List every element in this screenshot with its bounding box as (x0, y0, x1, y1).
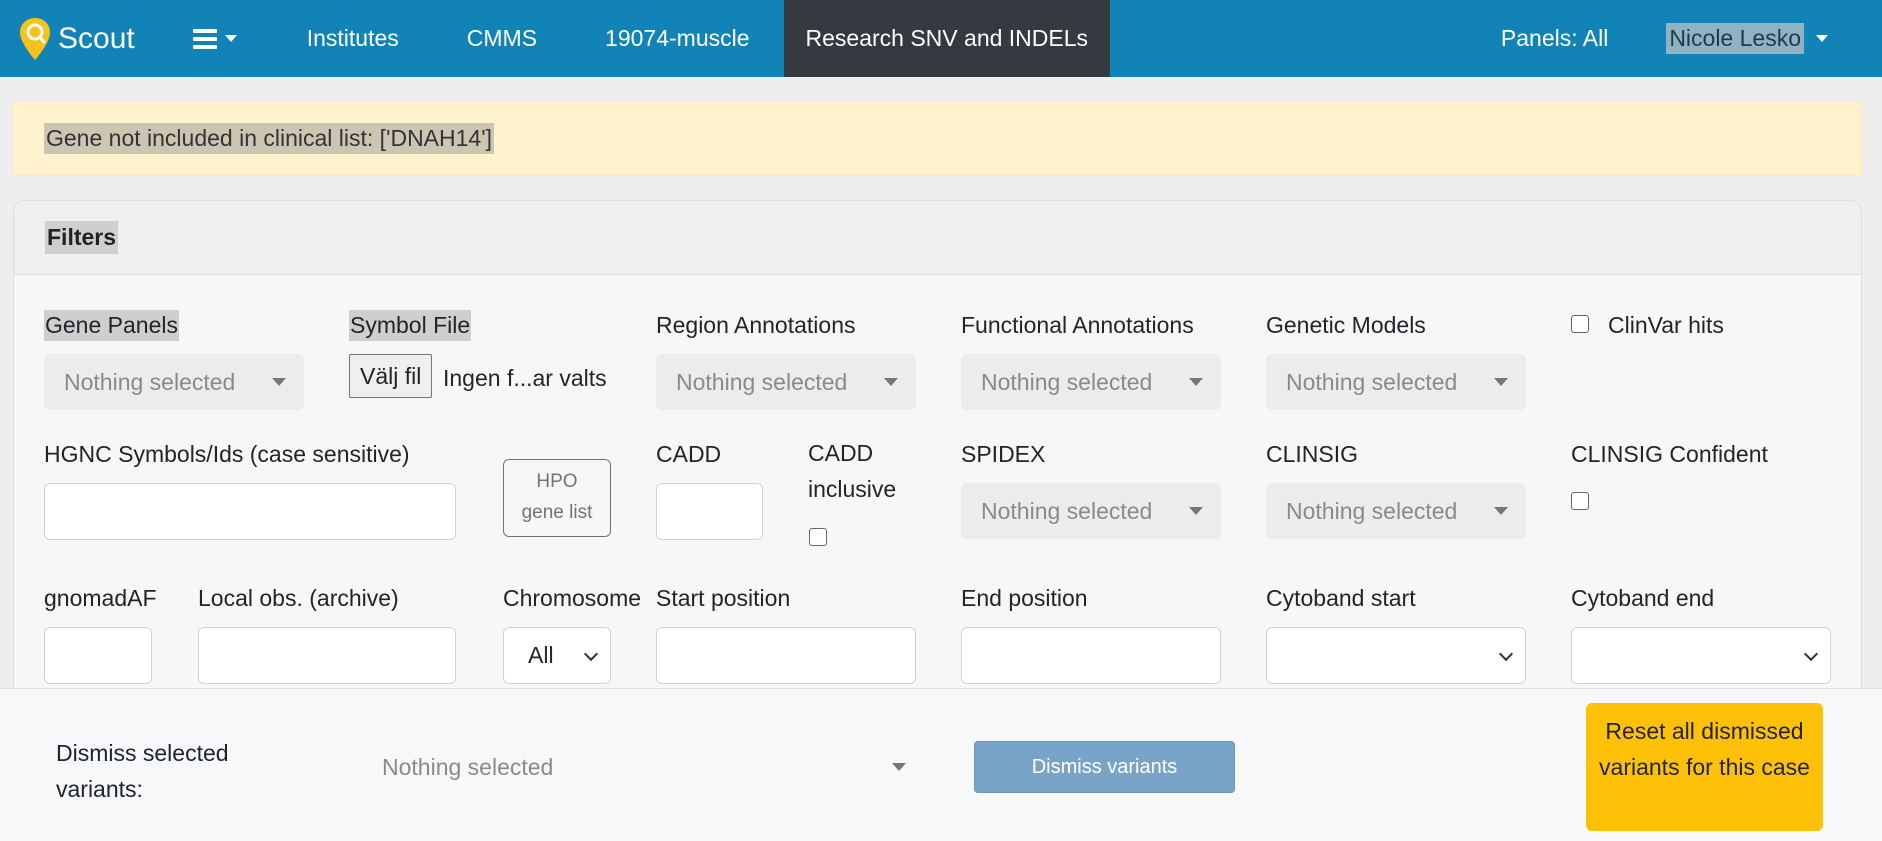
clinvar-hits-checkbox[interactable] (1571, 315, 1589, 333)
brand-name: Scout (58, 21, 135, 55)
local-obs-label: Local obs. (archive) (198, 585, 399, 611)
cadd-inclusive-label: CADD inclusive (808, 435, 896, 507)
cytoband-start-select[interactable] (1266, 627, 1526, 684)
clinsig-confident-label: CLINSIG Confident (1571, 441, 1768, 467)
end-position-input[interactable] (961, 627, 1221, 684)
clinsig-label: CLINSIG (1266, 441, 1359, 467)
filters-header: Filters (14, 201, 1861, 275)
local-obs-input[interactable] (198, 627, 456, 684)
gene-panels-select[interactable]: Nothing selected (44, 354, 304, 410)
start-position-input[interactable] (656, 627, 916, 684)
filters-title: Filters (45, 221, 119, 254)
cytoband-start-label: Cytoband start (1266, 585, 1416, 611)
spidex-select[interactable]: Nothing selected (961, 483, 1221, 539)
gnomad-af-input[interactable] (44, 627, 152, 684)
gene-panels-placeholder: Nothing selected (64, 368, 236, 395)
gnomad-af-label: gnomadAF (44, 585, 157, 611)
spidex-placeholder: Nothing selected (981, 497, 1153, 524)
user-name: Nicole Lesko (1666, 23, 1804, 54)
hpo-gene-list-button[interactable]: HPO gene list (503, 459, 611, 537)
cadd-inclusive-line2: inclusive (808, 476, 897, 502)
brand[interactable]: Scout (18, 0, 135, 77)
nav-link-cmms[interactable]: CMMS (433, 0, 571, 77)
functional-annotations-select[interactable]: Nothing selected (961, 354, 1221, 410)
hamburger-icon (192, 28, 217, 49)
clinsig-select[interactable]: Nothing selected (1266, 483, 1526, 539)
filters-card: Filters Gene Panels Symbol File Region A… (13, 200, 1862, 720)
hgnc-input[interactable] (44, 483, 456, 540)
cytoband-end-label: Cytoband end (1571, 585, 1715, 611)
choose-file-button[interactable]: Välj fil (349, 354, 433, 398)
user-menu[interactable]: Nicole Lesko (1666, 23, 1828, 54)
caret-down-icon (224, 35, 237, 42)
chevron-down-icon (583, 646, 599, 662)
scout-logo-icon (20, 17, 50, 60)
genetic-models-label: Genetic Models (1266, 312, 1426, 338)
cadd-inclusive-checkbox[interactable] (809, 528, 827, 546)
gene-panels-label: Gene Panels (44, 310, 179, 341)
cytoband-end-select[interactable] (1571, 627, 1831, 684)
start-position-label: Start position (656, 585, 791, 611)
dismiss-label: Dismiss selected variants: (56, 740, 229, 802)
caret-down-icon (884, 378, 898, 386)
cadd-label: CADD (656, 441, 722, 467)
genetic-models-select[interactable]: Nothing selected (1266, 354, 1526, 410)
hgnc-label: HGNC Symbols/Ids (case sensitive) (44, 441, 410, 467)
dismiss-variants-button[interactable]: Dismiss variants (974, 741, 1235, 793)
cadd-input[interactable] (656, 483, 763, 540)
caret-down-icon (1189, 378, 1203, 386)
clinsig-placeholder: Nothing selected (1286, 497, 1458, 524)
reset-dismissed-button[interactable]: Reset all dismissed variants for this ca… (1586, 703, 1823, 831)
functional-annotations-label: Functional Annotations (961, 312, 1194, 338)
file-status-text: Ingen f...ar valts (443, 365, 607, 391)
end-position-label: End position (961, 585, 1088, 611)
top-navbar: Scout Institutes CMMS 19074-muscle Resea… (0, 0, 1882, 77)
caret-down-icon (892, 763, 906, 771)
clinsig-confident-checkbox[interactable] (1571, 492, 1589, 510)
chromosome-label: Chromosome (503, 585, 642, 611)
alert-message: Gene not included in clinical list: ['DN… (44, 123, 494, 154)
caret-down-icon (1494, 507, 1508, 515)
chromosome-select[interactable]: All (503, 627, 611, 684)
dismiss-placeholder: Nothing selected (382, 753, 554, 780)
hpo-button-line1: HPO (536, 471, 578, 492)
nav-link-case[interactable]: 19074-muscle (571, 0, 783, 77)
cadd-inclusive-line1: CADD (808, 440, 874, 466)
region-annotations-label: Region Annotations (656, 312, 856, 338)
hpo-button-line2: gene list (521, 502, 593, 523)
caret-down-icon (1494, 378, 1508, 386)
nav-link-institutes[interactable]: Institutes (273, 0, 433, 77)
caret-down-icon (1189, 507, 1203, 515)
functional-annotations-placeholder: Nothing selected (981, 368, 1153, 395)
region-annotations-placeholder: Nothing selected (676, 368, 848, 395)
main-menu-toggle[interactable] (192, 28, 237, 49)
dismiss-reason-select[interactable]: Nothing selected (364, 739, 924, 795)
warning-alert: Gene not included in clinical list: ['DN… (13, 101, 1862, 176)
chevron-down-icon (1803, 646, 1819, 662)
caret-down-icon (1816, 35, 1828, 42)
nav-link-research-snv[interactable]: Research SNV and INDELs (783, 0, 1111, 77)
region-annotations-select[interactable]: Nothing selected (656, 354, 916, 410)
spidex-label: SPIDEX (961, 441, 1046, 467)
panels-link[interactable]: Panels: All (1501, 25, 1608, 52)
chevron-down-icon (1498, 646, 1514, 662)
genetic-models-placeholder: Nothing selected (1286, 368, 1458, 395)
dismiss-bar: Dismiss selected variants: Nothing selec… (0, 688, 1882, 841)
chromosome-value: All (528, 642, 554, 668)
clinvar-hits-label: ClinVar hits (1608, 312, 1724, 338)
caret-down-icon (272, 378, 286, 386)
symbol-file-label: Symbol File (349, 310, 472, 341)
